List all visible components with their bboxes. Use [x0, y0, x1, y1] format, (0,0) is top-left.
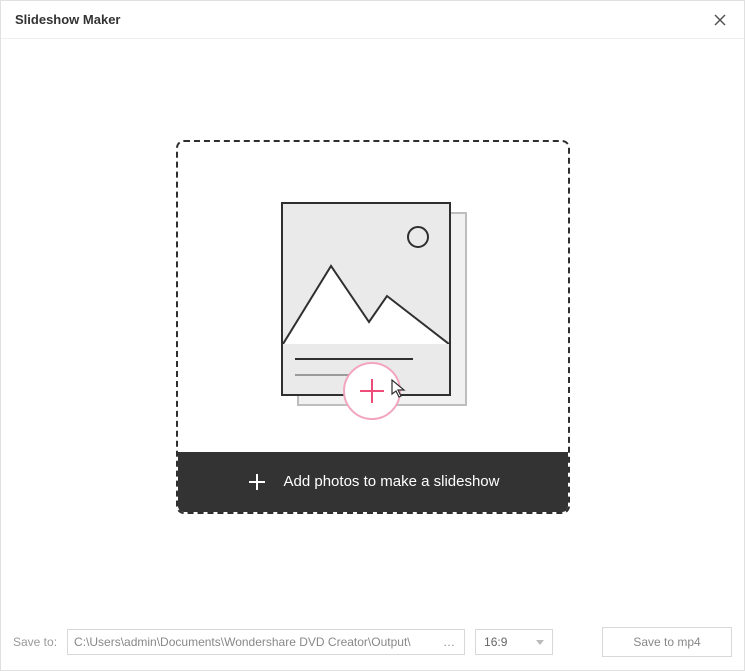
- cursor-icon: [391, 379, 407, 404]
- output-path-field[interactable]: C:\Users\admin\Documents\Wondershare DVD…: [67, 629, 465, 655]
- chevron-down-icon: [536, 638, 544, 646]
- browse-button[interactable]: …: [441, 635, 458, 649]
- dropzone-illustration: [178, 142, 568, 452]
- main-area: Add photos to make a slideshow: [1, 39, 744, 614]
- add-photos-label: Add photos to make a slideshow: [284, 473, 500, 490]
- front-photo-card: [281, 202, 451, 396]
- footer-bar: Save to: C:\Users\admin\Documents\Wonder…: [1, 614, 744, 670]
- save-to-label: Save to:: [13, 635, 57, 649]
- close-icon: [714, 14, 726, 26]
- app-title: Slideshow Maker: [15, 12, 120, 27]
- photo-dropzone[interactable]: Add photos to make a slideshow: [176, 140, 570, 514]
- text-line-placeholder: [295, 358, 413, 360]
- aspect-ratio-select[interactable]: 16:9: [475, 629, 553, 655]
- plus-icon: [246, 471, 268, 493]
- photo-preview-area: [283, 204, 449, 344]
- photo-stack-illustration: [273, 202, 473, 422]
- title-bar: Slideshow Maker: [1, 1, 744, 39]
- save-button-label: Save to mp4: [633, 635, 700, 649]
- add-photos-bar[interactable]: Add photos to make a slideshow: [178, 452, 568, 512]
- close-button[interactable]: [710, 10, 730, 30]
- output-path-text: C:\Users\admin\Documents\Wondershare DVD…: [74, 635, 437, 649]
- aspect-ratio-value: 16:9: [484, 635, 507, 649]
- save-to-mp4-button[interactable]: Save to mp4: [602, 627, 732, 657]
- mountains-icon: [283, 204, 449, 344]
